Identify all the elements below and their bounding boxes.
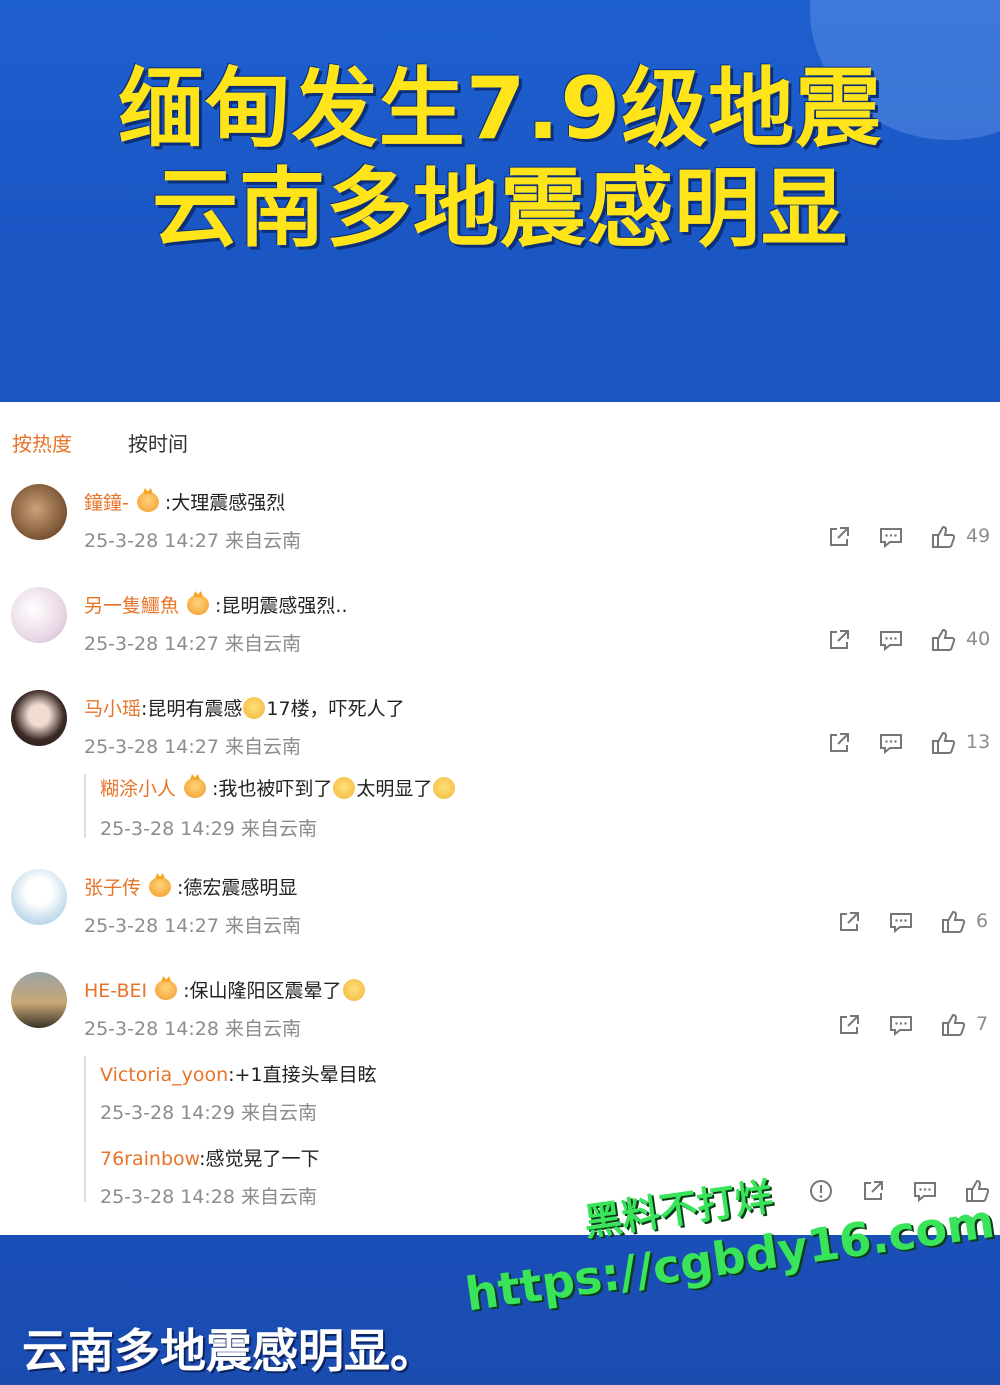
comment-meta: 25-3-28 14:27 来自云南 [84,736,301,758]
crying-emoji-icon [243,697,266,719]
like-icon[interactable] [930,730,956,756]
reply-meta: 25-3-28 14:28 来自云南 [100,1186,317,1208]
video-caption: 云南多地震感明显。 [22,1324,436,1378]
reply-username[interactable]: Victoria_yoon [100,1064,228,1086]
comment-actions: 40 [826,627,991,653]
reply-text-part-1: :我也被吓到了 [212,778,333,800]
comment-panel: 按热度 按时间 鐘鐘- :大理震感强烈 25-3-28 14:27 来自云南 49… [0,402,1000,1235]
comment-text: :大理震感强烈 [164,492,286,514]
comment-text-part-2: 17楼，吓死人了 [266,698,405,720]
comment-text: :昆明震感强烈.. [215,595,348,617]
reply-line: 糊涂小人 :我也被吓到了 太明显了 [100,774,456,801]
avatar[interactable] [11,484,67,540]
comment-line: 张子传 :德宏震感明显 [84,873,297,900]
reply-line: 76rainbow:感觉晃了一下 [100,1144,320,1171]
comment-line: 马小瑶:昆明有震感 17楼，吓死人了 [84,694,405,721]
reply-meta: 25-3-28 14:29 来自云南 [100,818,317,840]
like-icon[interactable] [930,524,956,550]
comment-text-part-1: :昆明有震感 [141,698,243,720]
reply-line: Victoria_yoon:+1直接头晕目眩 [100,1060,377,1087]
like-icon[interactable] [940,909,966,935]
comment-icon[interactable] [888,1012,914,1038]
crown-badge-icon [187,595,210,615]
comment-actions: 6 [836,909,991,935]
like-icon[interactable] [930,627,956,653]
headline-banner: 缅甸发生7.9级地震 云南多地震感明显 [0,0,1000,402]
comment-line: 另一隻鱷魚 :昆明震感强烈.. [84,591,348,618]
tab-sort-by-time[interactable]: 按时间 [128,428,188,457]
reply-thread: 糊涂小人 :我也被吓到了 太明显了 25-3-28 14:29 来自云南 [84,774,456,840]
comment-line: 鐘鐘- :大理震感强烈 [84,488,285,515]
reply-username[interactable]: 76rainbow [100,1148,199,1170]
like-icon[interactable] [940,1012,966,1038]
crying-emoji-icon [433,777,456,799]
like-count: 49 [966,525,991,547]
comment-meta: 25-3-28 14:27 来自云南 [84,915,301,937]
report-icon[interactable] [808,1178,834,1204]
reply-meta: 25-3-28 14:29 来自云南 [100,1102,317,1124]
comment-icon[interactable] [878,524,904,550]
avatar[interactable] [11,587,67,643]
tab-sort-by-hot[interactable]: 按热度 [12,428,72,457]
crying-emoji-icon [333,777,356,799]
like-count: 40 [966,628,991,650]
like-count: 6 [976,910,989,932]
like-count: 13 [966,731,991,753]
comment-meta: 25-3-28 14:27 来自云南 [84,633,301,655]
comment-actions: 13 [826,730,991,756]
crown-badge-icon [155,980,178,1000]
comment-icon[interactable] [878,730,904,756]
username[interactable]: 马小瑶 [84,698,141,720]
avatar[interactable] [11,869,67,925]
share-icon[interactable] [860,1178,886,1204]
avatar[interactable] [11,690,67,746]
headline-line-2: 云南多地震感明显 [152,159,848,259]
comment-line: HE-BEI :保山隆阳区震晕了 [84,976,366,1003]
crown-badge-icon [184,778,207,798]
share-icon[interactable] [826,524,852,550]
comment-actions: 49 [826,524,991,550]
reply-text: :+1直接头晕目眩 [228,1064,377,1086]
avatar[interactable] [11,972,67,1028]
reply-text: :感觉晃了一下 [199,1148,320,1170]
comment-actions: 7 [836,1012,991,1038]
reply-thread: Victoria_yoon:+1直接头晕目眩 25-3-28 14:29 来自云… [84,1056,377,1208]
username[interactable]: 张子传 [84,877,141,899]
comment-icon[interactable] [888,909,914,935]
comment-meta: 25-3-28 14:27 来自云南 [84,530,301,552]
username[interactable]: HE-BEI [84,980,147,1002]
share-icon[interactable] [826,730,852,756]
username[interactable]: 鐘鐘- [84,492,129,514]
share-icon[interactable] [826,627,852,653]
username[interactable]: 另一隻鱷魚 [84,595,179,617]
crown-badge-icon [136,492,159,512]
reply-text-part-2: 太明显了 [356,778,433,800]
crown-badge-icon [149,877,172,897]
comment-text: :保山隆阳区震晕了 [183,980,342,1002]
comment-icon[interactable] [878,627,904,653]
share-icon[interactable] [836,909,862,935]
dizzy-emoji-icon [342,979,365,1001]
reply-username[interactable]: 糊涂小人 [100,778,176,800]
comment-text: :德宏震感明显 [177,877,298,899]
comment-icon[interactable] [912,1178,938,1204]
like-count: 7 [976,1013,989,1035]
comment-meta: 25-3-28 14:28 来自云南 [84,1018,301,1040]
share-icon[interactable] [836,1012,862,1038]
